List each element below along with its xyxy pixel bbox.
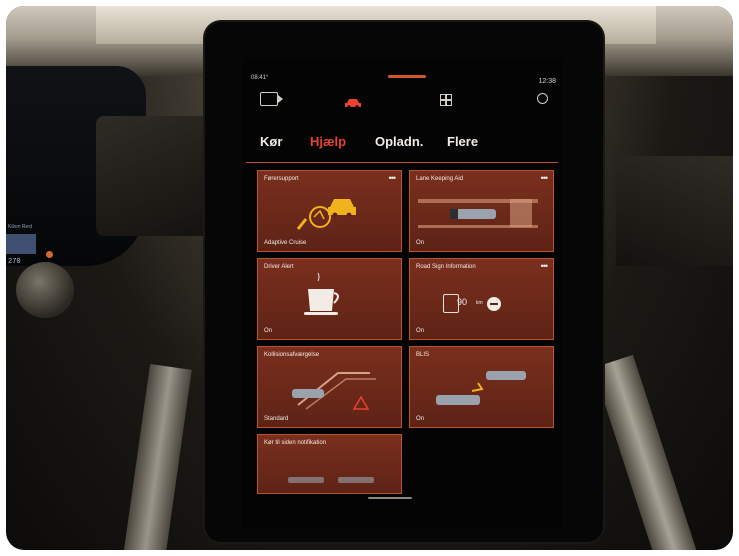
speed-limit-unit: km bbox=[476, 300, 483, 306]
card-driver-support[interactable]: Førersupport ••• Adaptive Cruise bbox=[257, 170, 402, 252]
card-status: On bbox=[416, 240, 425, 246]
grid-icon[interactable] bbox=[440, 94, 452, 106]
coffee-cup-icon bbox=[304, 272, 339, 315]
console-trim-right bbox=[593, 354, 701, 550]
power-icon[interactable] bbox=[537, 93, 548, 104]
pull-down-handle[interactable] bbox=[388, 75, 426, 78]
home-indicator bbox=[368, 497, 412, 499]
air-vent-left bbox=[96, 116, 216, 236]
card-lane-keeping-aid[interactable]: Lane Keeping Aid ••• On bbox=[409, 170, 554, 252]
status-temperature: 08.41° bbox=[251, 75, 269, 81]
tab-drive[interactable]: Kør bbox=[260, 134, 282, 149]
card-status: Standard bbox=[264, 416, 289, 422]
lane-keeping-icon bbox=[418, 199, 538, 228]
cluster-label: Kilom Rest bbox=[8, 224, 33, 230]
cluster-indicator bbox=[46, 251, 53, 258]
more-options-icon[interactable]: ••• bbox=[541, 261, 549, 271]
steering-knob bbox=[16, 262, 74, 318]
card-status: On bbox=[264, 328, 273, 334]
car-icon[interactable] bbox=[344, 96, 362, 109]
card-road-sign-information[interactable]: Road Sign Information ••• 90 km On bbox=[409, 258, 554, 340]
card-pull-over-notification[interactable]: Kør til siden notifikation bbox=[257, 434, 402, 494]
no-entry-icon bbox=[487, 297, 501, 311]
tab-charging[interactable]: Opladn. bbox=[375, 134, 423, 149]
camera-icon[interactable] bbox=[260, 92, 283, 106]
console-trim-left bbox=[122, 364, 192, 550]
status-time: 12:38 bbox=[538, 78, 556, 85]
card-status: On bbox=[416, 416, 425, 422]
card-blis[interactable]: BLIS On bbox=[409, 346, 554, 428]
card-collision-avoidance[interactable]: Kollisionsafværgelse Standard bbox=[257, 346, 402, 428]
air-vent-right bbox=[616, 156, 733, 266]
road-sign-icon: 90 km bbox=[443, 294, 501, 313]
tab-divider bbox=[246, 162, 558, 163]
tab-help[interactable]: Hjælp bbox=[310, 134, 346, 149]
speed-limit-value: 90 bbox=[457, 297, 468, 307]
blis-icon bbox=[436, 371, 526, 405]
pull-over-icon bbox=[288, 477, 374, 483]
cluster-bar bbox=[6, 234, 36, 254]
cluster-value: 270 bbox=[8, 258, 21, 266]
card-driver-alert[interactable]: Driver Alert On bbox=[257, 258, 402, 340]
card-title: Road Sign Information bbox=[416, 264, 476, 270]
tab-more[interactable]: Flere bbox=[447, 134, 478, 149]
infotainment-screen: 08.41° 12:38 Kør Hjælp Opladn. Flere Før… bbox=[242, 58, 562, 528]
card-status: On bbox=[416, 328, 425, 334]
card-status: Adaptive Cruise bbox=[264, 240, 307, 246]
